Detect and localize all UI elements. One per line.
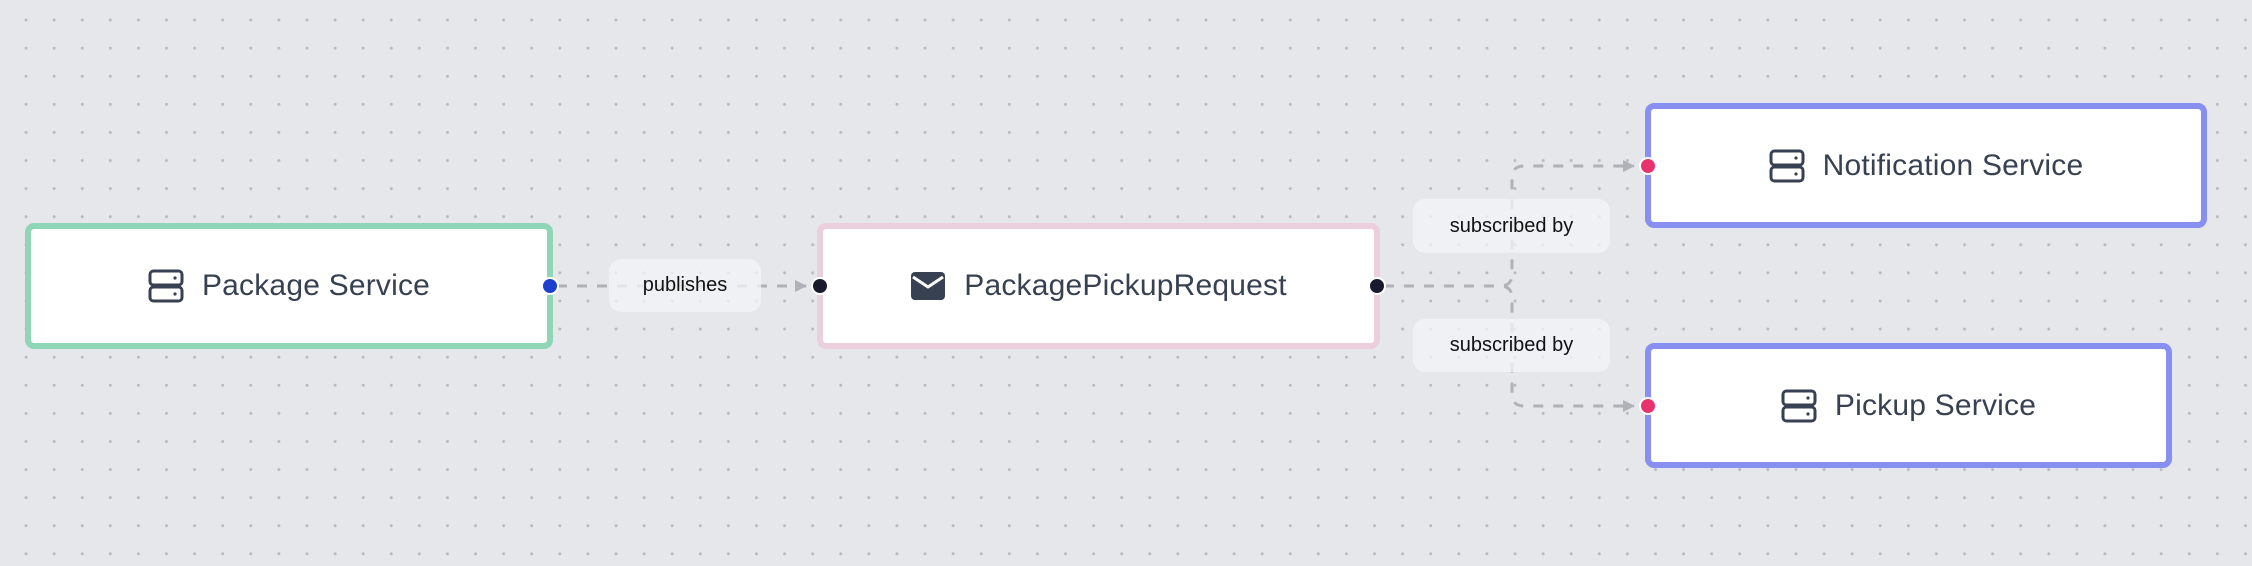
node-label: PackagePickupRequest <box>964 269 1287 302</box>
source-handle-package-pickup-request[interactable] <box>1368 277 1386 295</box>
diagram-canvas[interactable]: publishes subscribed by subscribed by Pa… <box>0 0 2252 566</box>
node-pickup-service[interactable]: Pickup Service <box>1645 343 2172 468</box>
edge-label-text: subscribed by <box>1449 334 1574 356</box>
node-package-pickup-request[interactable]: PackagePickupRequest <box>817 223 1380 349</box>
edge-label-text: publishes <box>642 274 728 296</box>
node-label: Notification Service <box>1822 148 2084 182</box>
source-handle-package-service[interactable] <box>541 277 559 295</box>
node-notification-service[interactable]: Notification Service <box>1645 103 2207 228</box>
target-handle-notification-service[interactable] <box>1639 157 1657 175</box>
edge-label-text: subscribed by <box>1449 214 1574 237</box>
edge-label-publishes[interactable]: publishes <box>609 259 761 312</box>
server-icon <box>1781 389 1817 422</box>
node-label: Package Service <box>201 269 431 302</box>
target-handle-pickup-service[interactable] <box>1639 397 1657 415</box>
target-handle-package-pickup-request[interactable] <box>811 277 829 295</box>
node-package-service[interactable]: Package Service <box>25 223 553 349</box>
server-icon <box>148 269 184 303</box>
edge-label-subscribed-by-pickup[interactable]: subscribed by <box>1413 319 1610 372</box>
server-icon <box>1769 149 1805 182</box>
edge-label-subscribed-by-notification[interactable]: subscribed by <box>1413 199 1610 253</box>
node-label: Pickup Service <box>1834 388 2037 422</box>
envelope-icon <box>911 272 946 300</box>
